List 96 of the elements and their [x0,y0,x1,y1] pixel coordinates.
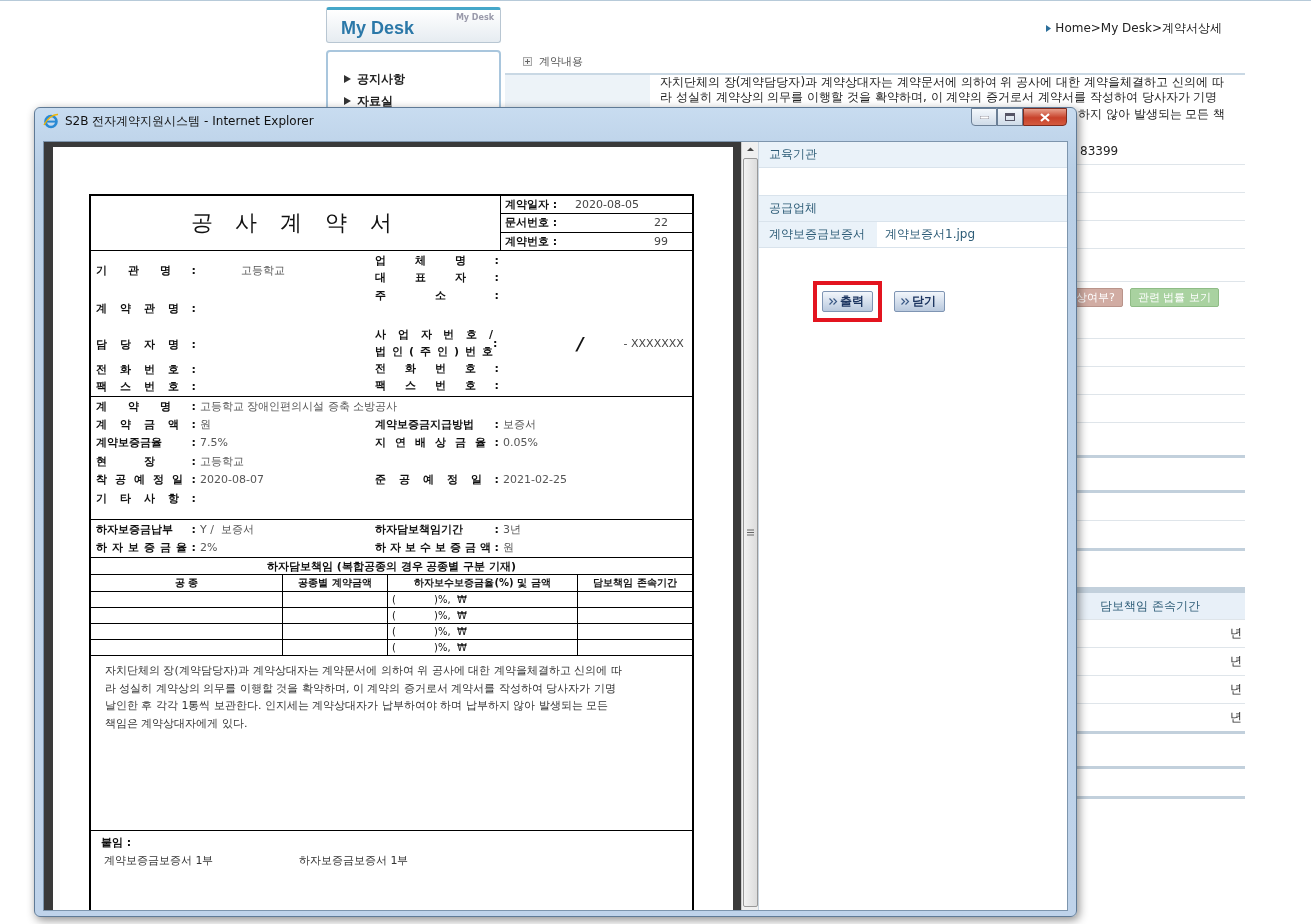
field-value: 0.05% [502,436,538,450]
close-button[interactable] [1023,108,1067,126]
field-value: 7.5% [199,436,228,450]
column-header: 담보책임 존속기간 [593,576,677,590]
triangle-icon [344,97,351,105]
minimize-button[interactable] [971,108,997,126]
logo-title: My Desk [341,18,415,39]
attachment-item: 하자보증금보증서 1부 [299,853,410,868]
close-icon [1040,112,1050,122]
field-value: 83399 [1080,143,1119,158]
terms-text: 자치단체의 장(계약담당자)과 계약상대자는 계약문서에 의하여 위 공사에 대한 계약을체결하고 신의에 따 라 성실히 계약상의 의무를 이행할 것을 확약하며, 이 계약의 증거로서 계약서를 작성하여 당사자가 기명 날인한 후 각각 1통씩 보관한다. 인지세는 계약상대자가 납부하여야 하며 납부하지 않아 발생되는 모든 책임은 계약상대자에게 있다. [105,663,623,733]
sidebar-item[interactable]: 공지사항 [344,68,405,90]
field-value: 22 [653,216,669,230]
section-label: 교육기관 [769,146,817,163]
field-label: 담 당 자 명 : [96,337,196,352]
triangle-icon [344,75,351,83]
field-label: 계 약 금 액 : [96,417,196,433]
field-label: 계약번호 : [505,233,559,249]
field-label: 법 인 ( 주 인 ) 번 호 [375,344,493,360]
field-label: 지 연 배 상 금 율 : [375,435,499,451]
attachment-item: 계약보증금보증서 1부 [104,853,215,868]
field-label: 하자보증금납부 : [96,521,196,537]
field-value: 99 [653,234,669,248]
column-header: 공종별 계약금액 [298,576,372,590]
double-chevron-icon [900,298,910,305]
field-label: 하 자 보 증 금 율 : [96,540,196,556]
field-value: Y / 보증서 [199,521,254,537]
section-title: 계약내용 [539,53,583,69]
field-label: 하 자 보 수 보 증 금 액 : [375,540,499,556]
column-header: 공 종 [174,576,199,590]
field-value: 2% [199,541,218,555]
field-label: : [493,336,499,350]
maximize-button[interactable] [997,108,1023,126]
file-link[interactable]: 계약보증서1.jpg [877,226,976,243]
field-value: 3년 [502,521,521,537]
field-value: - XXXXXXX [623,336,684,350]
breadcrumb[interactable]: Home>My Desk>계약서상세 [1055,19,1222,37]
field-label: 팩 스 번 호 : [375,378,499,393]
grip-icon [746,529,754,536]
field-value: 보증서 [502,417,536,433]
field-label: 업 체 명 : [375,253,499,268]
table-cell-text: ( )%, ₩ [391,594,467,605]
field-label: 계약보증금지급방법 : [375,417,499,433]
field-label: 계 약 명 : [96,398,196,414]
maximize-icon [1005,113,1015,121]
field-value: 원 [199,417,211,433]
action-button[interactable]: 닫기 [893,291,945,312]
table-cell-text: ( )%, ₩ [391,610,467,621]
field-label: 사 업 자 번 호 / [375,327,493,343]
sidebar-item[interactable]: 자료실 [344,90,393,112]
attachment-label: 붙임 : [101,835,132,850]
column-header: 하자보수보증금율(%) 및 금액 [414,576,551,590]
field-value: / [577,332,584,354]
field-label: 계약일자 : [505,197,559,213]
table-cell: 년 [1230,653,1242,670]
triangle-icon [1046,24,1052,32]
plus-box-icon [523,56,532,66]
section-label: 공급업체 [769,200,817,217]
field-label: 전 화 번 호 : [375,361,499,376]
field-label: 계약보증금율 : [96,435,196,451]
table-cell-text: ( )%, ₩ [391,626,467,637]
minimize-icon [979,115,989,119]
table-cell: 년 [1230,709,1242,726]
label-cell: 계약보증금보증서 [759,222,877,247]
field-value: 2020-08-05 [575,198,639,212]
field-label: 팩 스 번 호 : [96,379,196,394]
field-label: 준 공 예 정 일 : [375,472,499,488]
table-cell: 년 [1230,681,1242,698]
browser-logo-icon [43,113,59,129]
field-value: 고등학교 장애인편의시설 증축 소방공사 [199,398,398,414]
double-chevron-icon [828,298,838,305]
field-label: 전 화 번 호 : [96,362,196,377]
field-value: 2021-02-25 [502,473,567,487]
field-value: 2020-08-07 [199,473,264,487]
field-label: 주 소 : [375,288,499,303]
column-header: 담보책임 존속기간 [1099,597,1200,615]
field-label: 문서번호 : [505,215,559,231]
table-caption: 하자담보책임 (복합공종의 경우 공종별 구분 기재) [266,558,517,574]
action-button[interactable]: 출력 [821,291,873,312]
field-label: 착 공 예 정 일 : [96,472,196,488]
notice-text: 하지 않아 발생되는 모든 책 [1078,106,1226,123]
table-cell: 년 [1230,625,1242,642]
field-value: 원 [502,540,514,556]
field-label: 계 약 관 명 : [96,301,196,316]
field-value: 고등학교 [240,263,285,278]
table-cell-text: ( )%, ₩ [391,642,467,653]
field-label: 기 관 명 : [96,263,196,278]
field-label: 현 장 : [96,453,196,469]
field-label: 하자담보책임기간 : [375,521,499,537]
field-value: 고등학교 [199,453,244,469]
notice-text: 자치단체의 장(계약담당자)과 계약상대자는 계약문서에 의하여 위 공사에 대한 계약을체결하고 신의에 따 라 성실히 계약상의 의무를 이행할 것을 확약하며, 이 계약의 증거로서 계약서를 작성하여 당사자가 기명 [660,75,1224,105]
field-label: 대 표 자 : [375,270,499,285]
document-title: 공 사 계 약 서 [190,209,401,237]
logo-subtitle: My Desk [455,13,494,22]
field-label: 기 타 사 항 : [96,490,196,506]
window-title: S2B 전자계약지원시스템 - Internet Explorer [65,112,315,130]
